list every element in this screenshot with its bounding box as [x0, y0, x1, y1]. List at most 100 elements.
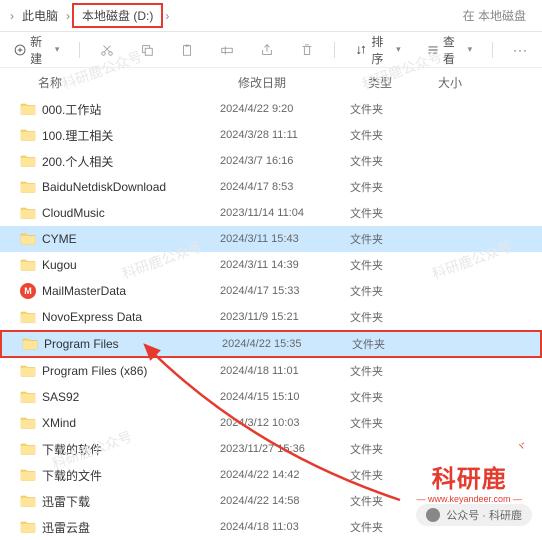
- more-button[interactable]: ···: [507, 39, 534, 61]
- file-type: 文件夹: [350, 153, 420, 169]
- file-name: 000.工作站: [42, 101, 101, 118]
- file-type: 文件夹: [350, 101, 420, 117]
- rename-button[interactable]: [214, 39, 240, 61]
- brand-url: — www.keyandeer.com —: [416, 494, 522, 504]
- wechat-icon: [426, 508, 440, 522]
- file-name: CYME: [42, 232, 77, 246]
- file-name: 迅雷下载: [42, 493, 90, 510]
- folder-icon: [20, 154, 36, 168]
- file-date: 2024/3/11 14:39: [220, 259, 350, 271]
- file-date: 2023/11/27 15:36: [220, 443, 350, 455]
- folder-icon: [20, 416, 36, 430]
- chevron-right-icon: ›: [64, 9, 72, 23]
- breadcrumb-item[interactable]: 此电脑: [16, 7, 64, 24]
- file-date: 2024/3/12 10:03: [220, 417, 350, 429]
- file-type: 文件夹: [352, 336, 422, 352]
- chevron-down-icon: ▾: [396, 44, 401, 55]
- file-name: 100.理工相关: [42, 127, 113, 144]
- separator: [492, 42, 493, 58]
- brand-name: 科研鹿: [416, 459, 522, 494]
- folder-icon: [20, 468, 36, 482]
- table-row[interactable]: BaiduNetdiskDownload2024/4/17 8:53文件夹: [0, 174, 542, 200]
- file-date: 2024/3/28 11:11: [220, 129, 350, 141]
- file-name: MailMasterData: [42, 284, 126, 298]
- ellipsis-icon: ···: [513, 43, 528, 57]
- breadcrumb: › 此电脑 › 本地磁盘 (D:) › 在 本地磁盘: [0, 0, 542, 32]
- file-date: 2023/11/9 15:21: [220, 311, 350, 323]
- file-date: 2024/4/22 14:42: [220, 469, 350, 481]
- copy-icon: [140, 43, 154, 57]
- table-row[interactable]: Program Files 2024/4/22 15:35文件夹: [0, 330, 542, 358]
- separator: [334, 42, 335, 58]
- header-date[interactable]: 修改日期: [238, 74, 368, 91]
- file-name: XMind: [42, 416, 76, 430]
- file-type: 文件夹: [350, 257, 420, 273]
- delete-button[interactable]: [294, 39, 320, 61]
- brand-watermark: ヾ 科研鹿 — www.keyandeer.com —: [416, 444, 522, 504]
- header-type[interactable]: 类型: [368, 74, 438, 91]
- folder-icon: [20, 520, 36, 534]
- table-row[interactable]: 200.个人相关2024/3/7 16:16文件夹: [0, 148, 542, 174]
- column-headers: 名称 修改日期 类型 大小: [0, 68, 542, 96]
- file-date: 2024/4/22 15:35: [222, 338, 352, 350]
- table-row[interactable]: XMind 2024/3/12 10:03文件夹: [0, 410, 542, 436]
- file-name: Program Files: [44, 337, 119, 351]
- file-type: 文件夹: [350, 415, 420, 431]
- cut-button[interactable]: [94, 39, 120, 61]
- file-name: SAS92: [42, 390, 79, 404]
- table-row[interactable]: 100.理工相关2024/3/28 11:11文件夹: [0, 122, 542, 148]
- copy-button[interactable]: [134, 39, 160, 61]
- sort-icon: [355, 43, 367, 57]
- new-button[interactable]: 新建 ▾: [8, 29, 65, 71]
- paste-button[interactable]: [174, 39, 200, 61]
- table-row[interactable]: Program Files (x86) 2024/4/18 11:01文件夹: [0, 358, 542, 384]
- folder-icon: [20, 442, 36, 456]
- file-type: 文件夹: [350, 493, 420, 509]
- file-date: 2024/4/18 11:01: [220, 365, 350, 377]
- file-type: 文件夹: [350, 309, 420, 325]
- chevron-right-icon: ›: [8, 9, 16, 23]
- folder-icon: [20, 232, 36, 246]
- file-type: 文件夹: [350, 363, 420, 379]
- folder-icon: [20, 364, 36, 378]
- file-date: 2024/4/22 9:20: [220, 103, 350, 115]
- file-name: Program Files (x86): [42, 364, 147, 378]
- file-name: CloudMusic: [42, 206, 105, 220]
- folder-icon: [20, 390, 36, 404]
- table-row[interactable]: 000.工作站 2024/4/22 9:20文件夹: [0, 96, 542, 122]
- chevron-down-icon: ▾: [468, 44, 473, 55]
- view-button[interactable]: 查看 ▾: [421, 29, 478, 71]
- table-row[interactable]: MMailMasterData2024/4/17 15:33文件夹: [0, 278, 542, 304]
- folder-icon: [20, 494, 36, 508]
- breadcrumb-item-current[interactable]: 本地磁盘 (D:): [72, 3, 163, 28]
- file-name: 200.个人相关: [42, 153, 113, 170]
- folder-icon: [20, 206, 36, 220]
- share-icon: [260, 43, 274, 57]
- list-icon: [427, 43, 439, 57]
- share-button[interactable]: [254, 39, 280, 61]
- table-row[interactable]: SAS922024/4/15 15:10文件夹: [0, 384, 542, 410]
- search-hint[interactable]: 在 本地磁盘: [463, 7, 534, 24]
- footer-tag[interactable]: 公众号 · 科研鹿: [416, 504, 532, 526]
- file-date: 2024/4/17 8:53: [220, 181, 350, 193]
- table-row[interactable]: NovoExpress Data2023/11/9 15:21文件夹: [0, 304, 542, 330]
- table-row[interactable]: CYME2024/3/11 15:43文件夹: [0, 226, 542, 252]
- file-type: 文件夹: [350, 205, 420, 221]
- table-row[interactable]: CloudMusic 2023/11/14 11:04文件夹: [0, 200, 542, 226]
- file-type: 文件夹: [350, 441, 420, 457]
- file-type: 文件夹: [350, 179, 420, 195]
- paste-icon: [180, 43, 194, 57]
- header-name[interactable]: 名称: [38, 74, 238, 91]
- file-date: 2024/4/18 11:03: [220, 521, 350, 533]
- table-row[interactable]: Kugou2024/3/11 14:39文件夹: [0, 252, 542, 278]
- view-label: 查看: [443, 33, 464, 67]
- mail-icon: M: [20, 283, 36, 299]
- file-type: 文件夹: [350, 231, 420, 247]
- sort-button[interactable]: 排序 ▾: [349, 29, 406, 71]
- sort-label: 排序: [371, 33, 392, 67]
- header-size[interactable]: 大小: [438, 74, 498, 91]
- rename-icon: [220, 43, 234, 57]
- file-type: 文件夹: [350, 467, 420, 483]
- file-date: 2023/11/14 11:04: [220, 207, 350, 219]
- folder-icon: [20, 180, 36, 194]
